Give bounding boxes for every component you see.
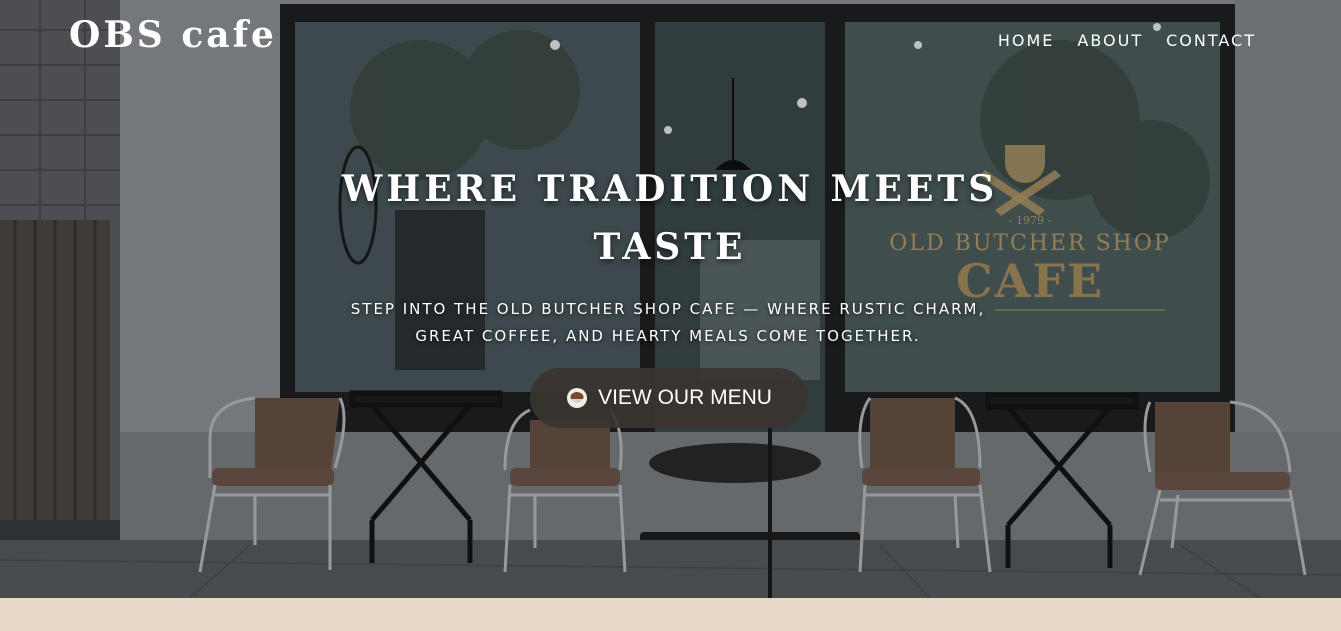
cream-section-band	[0, 598, 1341, 631]
hero-section: - 1979 - OLD BUTCHER SHOP CAFE OBS cafe …	[0, 0, 1341, 598]
hero-headline: WHERE TRADITION MEETS TASTE	[341, 168, 999, 268]
top-navigation: OBS cafe HOME ABOUT CONTACT	[0, 0, 1341, 80]
nav-menu: HOME ABOUT CONTACT	[998, 31, 1256, 50]
nav-link-about[interactable]: ABOUT	[1077, 31, 1143, 50]
nav-link-contact[interactable]: CONTACT	[1166, 31, 1256, 50]
coffee-cup-icon	[567, 388, 588, 408]
view-menu-button[interactable]: VIEW OUR MENU	[530, 368, 808, 428]
nav-link-home[interactable]: HOME	[998, 31, 1055, 50]
brand-logo-link[interactable]: OBS cafe	[69, 14, 277, 56]
hero-subtitle: STEP INTO THE OLD BUTCHER SHOP CAFE — WH…	[350, 300, 986, 345]
view-menu-label: VIEW OUR MENU	[598, 386, 772, 409]
